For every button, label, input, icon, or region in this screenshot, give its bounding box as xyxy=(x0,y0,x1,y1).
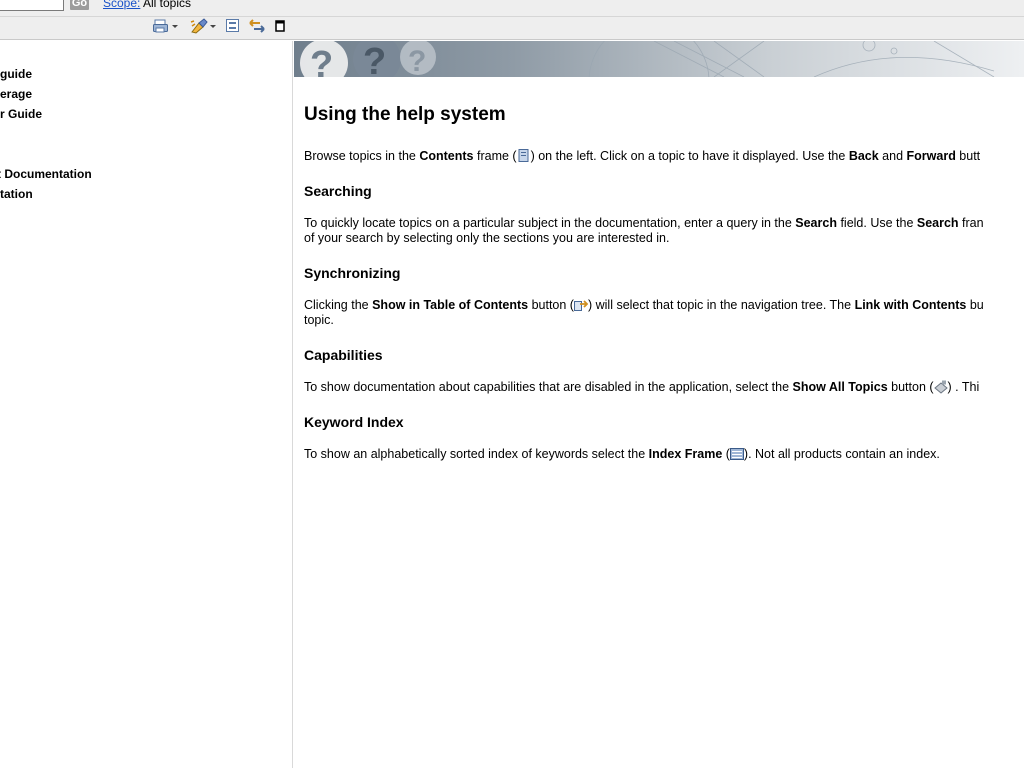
maximize-icon xyxy=(275,19,285,37)
svg-text:?: ? xyxy=(310,44,333,77)
svg-text:?: ? xyxy=(408,45,426,77)
nav-toolbar xyxy=(0,17,1024,40)
highlight-button[interactable] xyxy=(190,17,218,39)
sync-toc-icon xyxy=(248,18,266,39)
keyword-index-paragraph: To show an alphabetically sorted index o… xyxy=(304,447,940,461)
print-icon xyxy=(153,18,179,39)
help-banner-graphic: ? ? ? xyxy=(300,41,995,77)
tree-item[interactable]: tation xyxy=(0,187,33,201)
collapse-all-button[interactable] xyxy=(226,18,240,38)
show-all-topics-icon xyxy=(933,380,948,394)
tree-item[interactable]: r Guide xyxy=(0,107,42,121)
scope-value: All topics xyxy=(143,0,192,10)
search-bar: Go Scope: All topics xyxy=(0,0,1024,17)
intro-paragraph: Browse topics in the Contents frame () o… xyxy=(304,149,981,163)
section-heading-synchronizing: Synchronizing xyxy=(304,265,401,281)
tree-item[interactable]: erage xyxy=(0,87,32,101)
print-button[interactable] xyxy=(153,18,179,39)
section-heading-searching: Searching xyxy=(304,183,372,199)
tree-item[interactable]: t Documentation xyxy=(0,167,92,181)
section-heading-keyword-index: Keyword Index xyxy=(304,414,404,430)
show-in-toc-icon xyxy=(573,298,589,312)
section-heading-capabilities: Capabilities xyxy=(304,347,383,363)
help-banner: ? ? ? xyxy=(294,41,1024,77)
capabilities-paragraph: To show documentation about capabilities… xyxy=(304,380,980,394)
link-with-contents-button[interactable] xyxy=(248,18,266,39)
article: Using the help system Browse topics in t… xyxy=(304,103,1024,480)
topic-content: ? ? ? Using the help system Browse topic… xyxy=(294,41,1024,768)
contents-frame-icon xyxy=(517,149,531,163)
search-input[interactable] xyxy=(0,0,64,11)
synchronizing-paragraph: Clicking the Show in Table of Contents b… xyxy=(304,298,984,327)
tree-item[interactable]: guide xyxy=(0,67,32,81)
page-title: Using the help system xyxy=(304,104,506,125)
collapse-all-icon xyxy=(226,18,240,38)
contents-tree: guide erage r Guide t Documentation tati… xyxy=(0,41,293,768)
searching-paragraph: To quickly locate topics on a particular… xyxy=(304,216,984,245)
scope-link[interactable]: Scope: xyxy=(103,0,140,10)
index-frame-icon xyxy=(729,447,744,461)
maximize-button[interactable] xyxy=(275,20,285,36)
highlight-icon xyxy=(190,17,218,39)
svg-text:?: ? xyxy=(363,41,386,77)
go-button[interactable]: Go xyxy=(70,0,89,10)
